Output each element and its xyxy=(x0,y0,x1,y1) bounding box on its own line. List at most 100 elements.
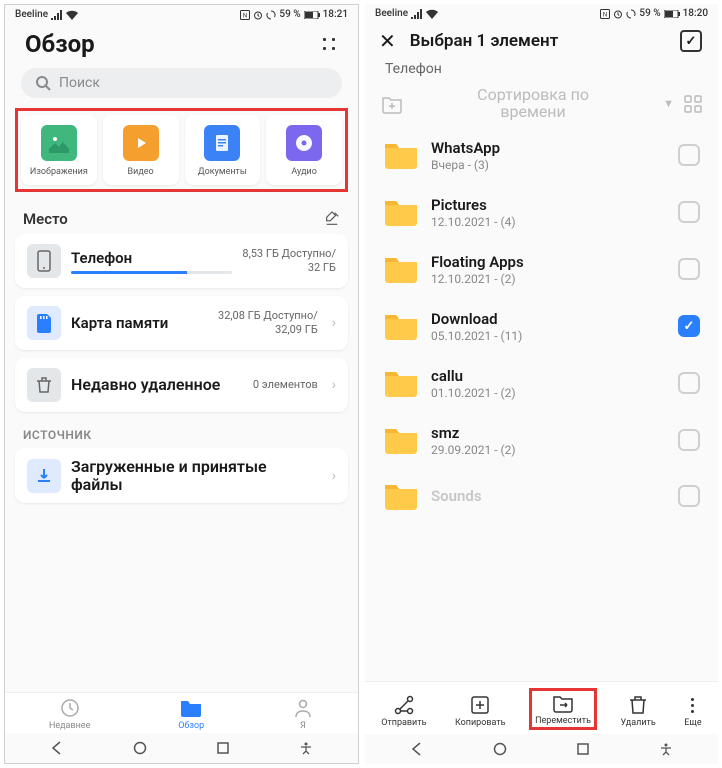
storage-meta: 32,08 ГБ Доступно/32,09 ГБ xyxy=(218,309,318,337)
folder-item[interactable]: Sounds xyxy=(381,469,702,523)
battery-pct: 59 % xyxy=(279,9,300,20)
nfc-icon: N xyxy=(600,9,610,19)
folder-icon xyxy=(383,197,419,227)
trash-icon xyxy=(27,368,61,402)
action-label: Копировать xyxy=(455,718,506,728)
folder-name: Floating Apps xyxy=(431,253,666,271)
folder-meta: Вчера - (3) xyxy=(431,158,666,172)
clock-time: 18:20 xyxy=(683,8,708,19)
checkbox[interactable] xyxy=(678,485,700,507)
folder-meta: 05.10.2021 - (11) xyxy=(431,329,666,343)
tab-label: Обзор xyxy=(178,721,204,731)
action-share[interactable]: Отправить xyxy=(376,692,431,730)
cleanup-icon[interactable] xyxy=(324,211,340,227)
action-move[interactable]: Переместить xyxy=(529,688,597,730)
signal-icon xyxy=(51,10,63,20)
action-copy[interactable]: Копировать xyxy=(450,692,511,730)
folder-name: callu xyxy=(431,367,666,385)
nav-home[interactable] xyxy=(131,739,149,757)
nav-back[interactable] xyxy=(48,739,66,757)
nav-recents[interactable] xyxy=(574,740,592,758)
storage-sdcard[interactable]: Карта памяти 32,08 ГБ Доступно/32,09 ГБ … xyxy=(15,296,348,350)
category-images[interactable]: Изображения xyxy=(21,115,97,185)
category-label: Аудио xyxy=(291,167,316,177)
tab-label: Недавнее xyxy=(49,721,90,731)
android-navbar xyxy=(5,733,358,763)
chevron-right-icon: › xyxy=(332,468,336,484)
document-icon xyxy=(204,125,240,161)
nav-accessibility[interactable] xyxy=(297,739,315,757)
checkbox[interactable] xyxy=(678,372,700,394)
action-label: Отправить xyxy=(381,718,426,728)
carrier-label: Beeline xyxy=(375,8,408,19)
search-input[interactable]: Поиск xyxy=(21,68,342,98)
nav-recents[interactable] xyxy=(214,739,232,757)
chevron-right-icon: › xyxy=(332,377,336,393)
breadcrumb[interactable]: Телефон xyxy=(365,61,718,83)
folder-item[interactable]: Pictures12.10.2021 - (4) xyxy=(381,184,702,241)
checkbox[interactable] xyxy=(678,429,700,451)
category-documents[interactable]: Документы xyxy=(185,115,261,185)
folder-item[interactable]: smz29.09.2021 - (2) xyxy=(381,412,702,469)
new-folder-icon[interactable] xyxy=(381,93,403,115)
tab-me[interactable]: Я xyxy=(292,697,314,731)
folder-name: WhatsApp xyxy=(431,139,666,157)
downloads-item[interactable]: Загруженные и принятые файлы › xyxy=(15,448,348,503)
battery-pct: 59 % xyxy=(639,8,660,19)
menu-icon[interactable] xyxy=(320,35,338,53)
category-label: Документы xyxy=(198,167,247,177)
alarm-icon xyxy=(613,9,623,19)
folder-item[interactable]: Download05.10.2021 - (11) xyxy=(381,298,702,355)
sync-icon xyxy=(266,10,276,20)
tab-recent[interactable]: Недавнее xyxy=(49,697,90,731)
action-more[interactable]: Еще xyxy=(679,692,706,730)
selection-header: ✕ Выбран 1 элемент xyxy=(365,21,718,61)
sort-dropdown[interactable]: Сортировка повремени xyxy=(413,87,653,121)
folder-meta: 12.10.2021 - (4) xyxy=(431,215,666,229)
status-bar: Beeline N 59 % 18:20 xyxy=(365,4,718,21)
tab-overview[interactable]: Обзор xyxy=(178,697,204,731)
nav-home[interactable] xyxy=(491,740,509,758)
folder-name: Sounds xyxy=(431,487,666,505)
categories-row: Изображения Видео Документы Аудио xyxy=(15,108,348,192)
wifi-icon xyxy=(426,9,438,19)
source-section-header: ИСТОЧНИК xyxy=(5,420,358,448)
checkbox[interactable] xyxy=(678,144,700,166)
more-icon xyxy=(691,694,694,716)
storage-trash[interactable]: Недавно удаленное 0 элементов › xyxy=(15,358,348,412)
storage-progress xyxy=(71,271,232,274)
category-audio[interactable]: Аудио xyxy=(266,115,342,185)
phone-left: Beeline N 59 % 18:21 Обзор Поиск Изображ… xyxy=(4,4,359,764)
folder-name: smz xyxy=(431,424,666,442)
grid-view-icon[interactable] xyxy=(684,95,702,113)
select-all-button[interactable] xyxy=(680,30,702,52)
folder-item[interactable]: Floating Apps12.10.2021 - (2) xyxy=(381,241,702,298)
audio-icon xyxy=(286,125,322,161)
storage-meta: 8,53 ГБ Доступно/32 ГБ xyxy=(242,247,336,275)
action-delete[interactable]: Удалить xyxy=(616,692,661,730)
carrier-label: Beeline xyxy=(15,9,48,20)
storage-phone[interactable]: Телефон 8,53 ГБ Доступно/32 ГБ xyxy=(15,234,348,288)
signal-icon xyxy=(411,9,423,19)
place-title: Место xyxy=(23,210,68,228)
nfc-icon: N xyxy=(240,10,250,20)
android-navbar xyxy=(365,734,718,764)
nav-back[interactable] xyxy=(408,740,426,758)
close-icon[interactable]: ✕ xyxy=(379,29,396,53)
bottom-tabbar: Недавнее Обзор Я xyxy=(5,692,358,733)
checkbox[interactable] xyxy=(678,258,700,280)
folder-icon xyxy=(383,254,419,284)
place-section-header: Место xyxy=(5,202,358,234)
checkbox[interactable] xyxy=(678,201,700,223)
clock-time: 18:21 xyxy=(323,9,348,20)
storage-name: Карта памяти xyxy=(71,314,208,332)
category-video[interactable]: Видео xyxy=(103,115,179,185)
folder-item[interactable]: WhatsAppВчера - (3) xyxy=(381,127,702,184)
folder-item[interactable]: callu01.10.2021 - (2) xyxy=(381,355,702,412)
checkbox[interactable] xyxy=(678,315,700,337)
sdcard-icon xyxy=(27,306,61,340)
folder-name: Pictures xyxy=(431,196,666,214)
nav-accessibility[interactable] xyxy=(657,740,675,758)
svg-text:N: N xyxy=(603,11,607,18)
folder-icon xyxy=(383,425,419,455)
